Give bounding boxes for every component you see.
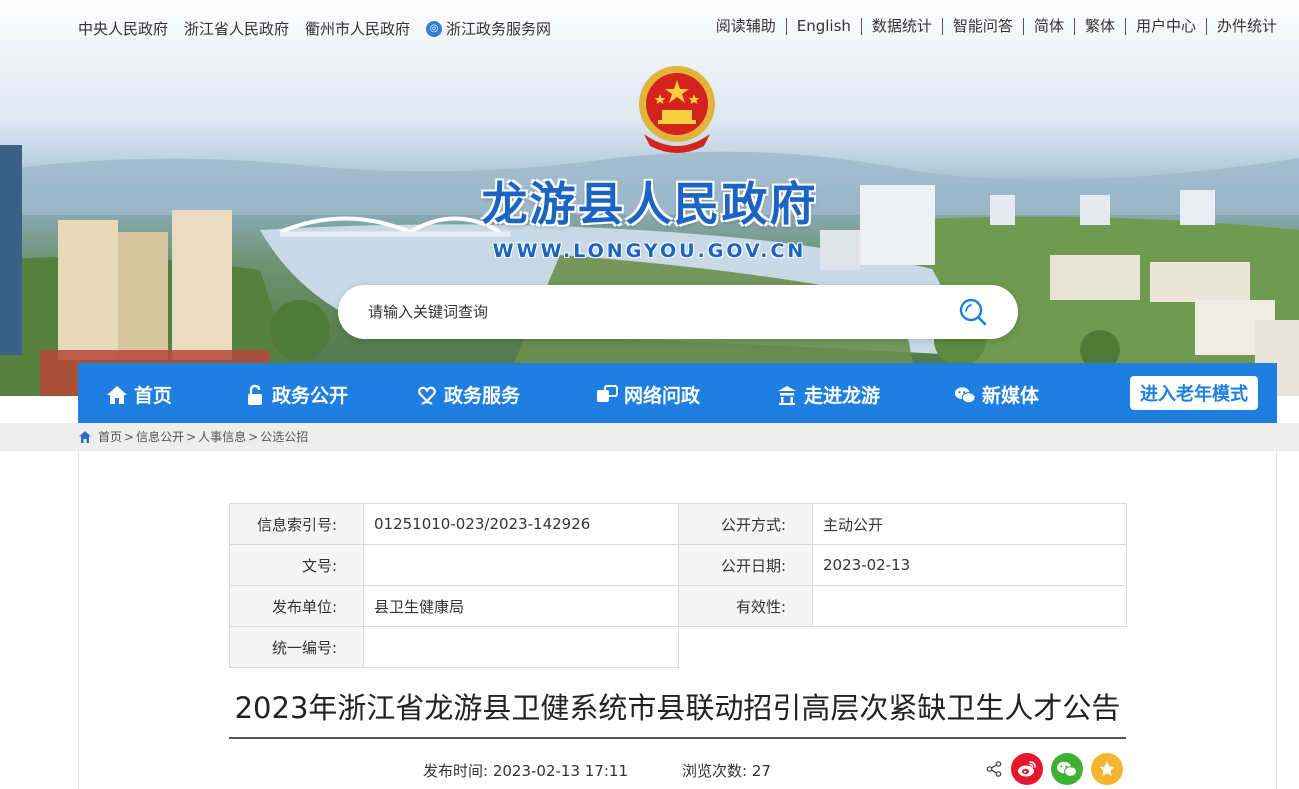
site-url: WWW.LONGYOU.GOV.CN	[492, 240, 807, 262]
link-data-statistics[interactable]: 数据统计	[862, 18, 943, 35]
nav-new-media-label: 新媒体	[982, 385, 1040, 407]
meta-empty-cell	[678, 626, 1127, 668]
meta-unified-no-label: 统一编号:	[229, 626, 364, 668]
share-bar	[985, 753, 1123, 785]
breadcrumb-separator: >	[248, 429, 259, 444]
service-net-icon: ◎	[426, 20, 443, 37]
publish-time-value: 2023-02-13 17:11	[492, 762, 629, 780]
nav-about-longyou-label: 走进龙游	[804, 385, 881, 407]
view-count-value: 27	[751, 762, 771, 780]
breadcrumb: 首页 > 信息公开 > 人事信息 > 公选公招	[78, 428, 308, 445]
breadcrumb-separator: >	[186, 429, 197, 444]
header-banner: 中央人民政府 浙江省人民政府 衢州市人民政府 ◎ 浙江政务服务网 阅读辅助 En…	[0, 0, 1299, 396]
article-content: 信息索引号: 01251010-023/2023-142926 公开方式: 主动…	[78, 451, 1277, 789]
breadcrumb-home[interactable]: 首页	[98, 428, 122, 445]
nav-home[interactable]: 首页	[106, 381, 172, 408]
meta-open-date-value: 2023-02-13	[812, 544, 1127, 586]
link-english[interactable]: English	[787, 18, 862, 35]
link-user-center[interactable]: 用户中心	[1126, 18, 1207, 35]
main-nav: 首页 政务公开 政务服务 网络问政 走进龙游 新媒体 进入老年模式	[78, 363, 1277, 423]
share-weibo-button[interactable]	[1011, 753, 1043, 785]
nav-online-inquiry[interactable]: 网络问政	[596, 381, 700, 408]
meta-doc-no-label: 文号:	[229, 544, 364, 586]
meta-issuer-label: 发布单位:	[229, 585, 364, 627]
top-links-left: 中央人民政府 浙江省人民政府 衢州市人民政府 ◎ 浙江政务服务网	[78, 18, 551, 39]
breadcrumb-home-icon	[79, 430, 91, 443]
meta-doc-no-value	[363, 544, 679, 586]
meta-validity-label: 有效性:	[678, 585, 813, 627]
publish-time-label: 发布时间:	[423, 762, 489, 780]
national-emblem	[639, 66, 715, 153]
nav-home-label: 首页	[134, 385, 173, 407]
weibo-icon	[1018, 761, 1036, 777]
view-count-label: 浏览次数:	[682, 762, 748, 780]
title-divider	[229, 737, 1126, 739]
link-zhejiang-gov[interactable]: 浙江省人民政府	[184, 18, 289, 39]
share-wechat-button[interactable]	[1051, 753, 1083, 785]
search-box	[338, 285, 1018, 339]
breadcrumb-public-recruitment[interactable]: 公选公招	[260, 428, 308, 445]
publish-info: 发布时间: 2023-02-13 17:11 浏览次数: 27	[423, 760, 771, 781]
link-zhejiang-service-net[interactable]: ◎ 浙江政务服务网	[426, 18, 551, 39]
link-quzhou-gov[interactable]: 衢州市人民政府	[305, 18, 410, 39]
top-links-right: 阅读辅助 English 数据统计 智能问答 简体 繁体 用户中心 办件统计	[706, 18, 1277, 35]
meta-index-value: 01251010-023/2023-142926	[363, 503, 679, 545]
meta-issuer-value: 县卫生健康局	[363, 585, 679, 627]
meta-open-mode-value: 主动公开	[812, 503, 1127, 545]
breadcrumb-bar: 首页 > 信息公开 > 人事信息 > 公选公招	[0, 423, 1299, 451]
nav-gov-services-label: 政务服务	[444, 385, 521, 407]
link-traditional[interactable]: 繁体	[1075, 18, 1126, 35]
view-count: 浏览次数: 27	[682, 760, 771, 781]
heart-hand-icon	[418, 386, 436, 405]
star-icon	[1099, 761, 1115, 776]
breadcrumb-info-disclosure[interactable]: 信息公开	[136, 428, 184, 445]
document-meta-table: 信息索引号: 01251010-023/2023-142926 公开方式: 主动…	[229, 503, 1127, 668]
link-simplified[interactable]: 简体	[1024, 18, 1075, 35]
breadcrumb-personnel-info[interactable]: 人事信息	[198, 428, 246, 445]
article-title: 2023年浙江省龙游县卫健系统市县联动招引高层次紧缺卫生人才公告	[234, 691, 1121, 725]
meta-validity-value	[812, 585, 1127, 627]
meta-open-date-label: 公开日期:	[678, 544, 813, 586]
publish-time: 发布时间: 2023-02-13 17:11	[423, 760, 628, 781]
link-smart-qa[interactable]: 智能问答	[943, 18, 1024, 35]
search-icon[interactable]	[958, 297, 988, 327]
nav-gov-affairs-open[interactable]: 政务公开	[244, 381, 348, 408]
breadcrumb-separator: >	[124, 429, 135, 444]
home-icon	[107, 385, 127, 404]
favorite-button[interactable]	[1091, 753, 1123, 785]
nav-new-media[interactable]: 新媒体	[954, 381, 1039, 408]
wechat-icon	[954, 386, 976, 403]
meta-index-label: 信息索引号:	[229, 503, 364, 545]
link-case-statistics[interactable]: 办件统计	[1207, 18, 1277, 35]
pavilion-icon	[778, 385, 796, 405]
nav-gov-affairs-open-label: 政务公开	[272, 385, 349, 407]
link-zhejiang-service-net-label: 浙江政务服务网	[446, 20, 552, 38]
nav-gov-services[interactable]: 政务服务	[416, 381, 520, 408]
meta-open-mode-label: 公开方式:	[678, 503, 813, 545]
link-central-gov[interactable]: 中央人民政府	[78, 18, 168, 39]
elder-mode-button[interactable]: 进入老年模式	[1130, 376, 1258, 410]
chat-box-icon	[597, 384, 618, 402]
nav-about-longyou[interactable]: 走进龙游	[776, 381, 880, 408]
search-input[interactable]	[368, 285, 948, 339]
site-title: 龙游县人民政府	[481, 177, 818, 231]
link-reading-aid[interactable]: 阅读辅助	[706, 18, 787, 35]
wechat-share-icon	[1057, 761, 1077, 777]
meta-unified-no-value	[363, 626, 679, 668]
nav-online-inquiry-label: 网络问政	[624, 385, 701, 407]
lock-icon	[248, 384, 262, 405]
share-icon[interactable]	[985, 760, 1003, 778]
